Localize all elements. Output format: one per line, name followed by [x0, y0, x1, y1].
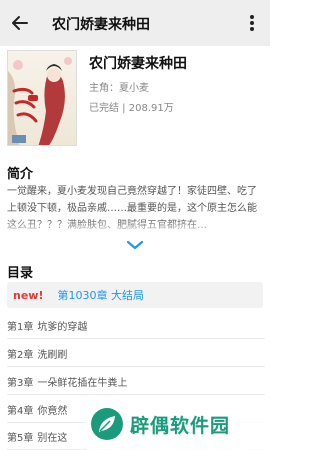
page-title: 农门娇妻来种田: [52, 17, 150, 33]
book-title: 农门娇妻来种田: [89, 56, 187, 72]
book-cover[interactable]: [7, 50, 77, 146]
chapter-number: 第1章: [7, 321, 34, 333]
expand-chevron-icon[interactable]: [125, 237, 145, 251]
intro-fade: [0, 218, 270, 238]
leaf-logo-icon: [91, 408, 123, 440]
app-bar: 农门娇妻来种田: [0, 0, 270, 46]
chapter-name: 洗刷刷: [37, 349, 68, 361]
chapter-name: 一朵鲜花插在牛粪上: [37, 377, 128, 389]
chapter-item[interactable]: 第3章 一朵鲜花插在牛粪上: [7, 368, 265, 395]
watermark-text: 辟偶软件园: [130, 414, 231, 437]
intro-heading: 简介: [7, 167, 34, 182]
chapter-number: 第5章: [7, 432, 34, 444]
chapter-number: 第3章: [7, 377, 34, 389]
more-vert-icon[interactable]: [240, 11, 264, 35]
chapter-name: 别在这: [37, 432, 68, 444]
chapter-number: 第4章: [7, 405, 34, 417]
chapter-name: 坑爹的穿越: [37, 321, 88, 333]
book-status: 已完结 | 208.91万: [89, 103, 174, 114]
chapter-item[interactable]: 第1章 坑爹的穿越: [7, 312, 265, 339]
latest-chapter-title: 第1030章 大结局: [57, 289, 144, 302]
watermark: 辟偶软件园: [86, 398, 270, 450]
book-protagonist: 主角：夏小麦: [89, 83, 149, 94]
toc-heading: 目录: [7, 266, 34, 281]
back-arrow-icon[interactable]: [8, 11, 32, 35]
chapter-name: 你竟然: [37, 405, 68, 417]
chapter-item[interactable]: 第2章 洗刷刷: [7, 340, 265, 367]
chapter-number: 第2章: [7, 349, 34, 361]
new-badge: new!: [13, 288, 44, 302]
latest-chapter-row[interactable]: new! 第1030章 大结局: [7, 282, 263, 308]
